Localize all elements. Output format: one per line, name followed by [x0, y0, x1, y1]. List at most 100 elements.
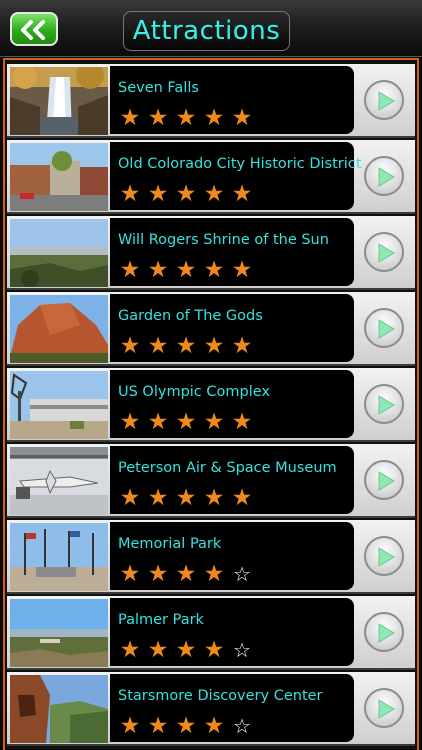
list-item[interactable]: Starsmore Discovery Center ★ ★ ★ ★ ☆ — [7, 672, 415, 746]
attraction-info: US Olympic Complex ★ ★ ★ ★ ★ — [110, 370, 354, 438]
star-filled-icon: ★ — [119, 333, 141, 359]
star-filled-icon: ★ — [175, 105, 197, 131]
star-rating: ★ ★ ★ ★ ★ — [116, 410, 256, 434]
star-filled-icon: ★ — [175, 181, 197, 207]
play-arrow-icon — [364, 688, 404, 728]
attraction-thumbnail — [10, 295, 108, 363]
play-arrow-icon — [364, 612, 404, 652]
attraction-name: Old Colorado City Historic District — [118, 156, 362, 172]
star-filled-icon: ★ — [119, 257, 141, 283]
list-item[interactable]: Palmer Park ★ ★ ★ ★ ☆ — [7, 596, 415, 670]
star-filled-icon: ★ — [203, 713, 225, 739]
attraction-thumbnail — [10, 371, 108, 439]
star-rating: ★ ★ ★ ★ ★ — [116, 486, 256, 510]
play-arrow-icon — [364, 308, 404, 348]
attraction-info: Seven Falls ★ ★ ★ ★ ★ — [110, 66, 354, 134]
attraction-info: Memorial Park ★ ★ ★ ★ ☆ — [110, 522, 354, 590]
double-chevron-left-icon — [21, 20, 45, 40]
list-item[interactable]: Will Rogers Shrine of the Sun ★ ★ ★ ★ ★ — [7, 216, 415, 290]
star-filled-icon: ★ — [119, 713, 141, 739]
attraction-name: Palmer Park — [118, 612, 204, 628]
attraction-thumbnail — [10, 599, 108, 667]
star-filled-icon: ★ — [231, 105, 253, 131]
attraction-info: Palmer Park ★ ★ ★ ★ ☆ — [110, 598, 354, 666]
star-filled-icon: ★ — [203, 485, 225, 511]
star-empty-icon: ☆ — [233, 714, 251, 738]
play-arrow-icon — [364, 460, 404, 500]
attraction-thumbnail — [10, 447, 108, 515]
attraction-info: Starsmore Discovery Center ★ ★ ★ ★ ☆ — [110, 674, 354, 742]
star-filled-icon: ★ — [175, 561, 197, 587]
play-arrow-icon — [364, 536, 404, 576]
star-rating: ★ ★ ★ ★ ☆ — [116, 562, 256, 586]
attractions-list: Seven Falls ★ ★ ★ ★ ★ Old Colorado City Histor… — [3, 58, 419, 750]
open-attraction-button[interactable] — [357, 448, 411, 512]
star-filled-icon: ★ — [147, 257, 169, 283]
star-filled-icon: ★ — [175, 713, 197, 739]
page-title: Attractions — [123, 11, 290, 51]
attraction-name: Seven Falls — [118, 80, 199, 96]
attraction-info: Old Colorado City Historic District ★ ★ ★ ★ ★ — [110, 142, 361, 210]
open-attraction-button[interactable] — [357, 220, 411, 284]
top-bar: Attractions — [0, 0, 422, 57]
open-attraction-button[interactable] — [357, 144, 411, 208]
list-item[interactable]: Old Colorado City Historic District ★ ★ ★ ★ ★ — [7, 140, 415, 214]
star-rating: ★ ★ ★ ★ ☆ — [116, 638, 256, 662]
attraction-info: Garden of The Gods ★ ★ ★ ★ ★ — [110, 294, 354, 362]
open-attraction-button[interactable] — [357, 600, 411, 664]
open-attraction-button[interactable] — [357, 372, 411, 436]
open-attraction-button[interactable] — [357, 68, 411, 132]
open-attraction-button[interactable] — [357, 676, 411, 740]
attraction-name: US Olympic Complex — [118, 384, 270, 400]
star-rating: ★ ★ ★ ★ ★ — [116, 258, 256, 282]
star-filled-icon: ★ — [175, 257, 197, 283]
attraction-name: Will Rogers Shrine of the Sun — [118, 232, 329, 248]
list-item[interactable]: Seven Falls ★ ★ ★ ★ ★ — [7, 64, 415, 138]
star-rating: ★ ★ ★ ★ ★ — [116, 182, 256, 206]
star-filled-icon: ★ — [203, 181, 225, 207]
star-filled-icon: ★ — [119, 409, 141, 435]
star-filled-icon: ★ — [119, 561, 141, 587]
star-filled-icon: ★ — [231, 485, 253, 511]
play-arrow-icon — [364, 156, 404, 196]
play-arrow-icon — [364, 80, 404, 120]
attraction-thumbnail — [10, 143, 108, 211]
attraction-thumbnail — [10, 67, 108, 135]
star-filled-icon: ★ — [175, 409, 197, 435]
play-arrow-icon — [364, 232, 404, 272]
star-filled-icon: ★ — [175, 485, 197, 511]
open-attraction-button[interactable] — [357, 524, 411, 588]
list-item[interactable]: Memorial Park ★ ★ ★ ★ ☆ — [7, 520, 415, 594]
attraction-name: Garden of The Gods — [118, 308, 263, 324]
star-filled-icon: ★ — [119, 637, 141, 663]
attraction-thumbnail — [10, 675, 108, 743]
star-filled-icon: ★ — [147, 561, 169, 587]
star-filled-icon: ★ — [147, 181, 169, 207]
back-button[interactable] — [10, 12, 58, 46]
star-filled-icon: ★ — [203, 561, 225, 587]
attraction-thumbnail — [10, 523, 108, 591]
star-filled-icon: ★ — [147, 333, 169, 359]
star-rating: ★ ★ ★ ★ ★ — [116, 106, 256, 130]
star-filled-icon: ★ — [231, 181, 253, 207]
star-filled-icon: ★ — [119, 485, 141, 511]
star-filled-icon: ★ — [203, 257, 225, 283]
attraction-info: Peterson Air & Space Museum ★ ★ ★ ★ ★ — [110, 446, 354, 514]
list-item[interactable]: Peterson Air & Space Museum ★ ★ ★ ★ ★ — [7, 444, 415, 518]
star-rating: ★ ★ ★ ★ ☆ — [116, 714, 256, 738]
attraction-name: Starsmore Discovery Center — [118, 688, 323, 704]
list-item[interactable]: Garden of The Gods ★ ★ ★ ★ ★ — [7, 292, 415, 366]
attraction-thumbnail — [10, 219, 108, 287]
star-rating: ★ ★ ★ ★ ★ — [116, 334, 256, 358]
star-filled-icon: ★ — [147, 485, 169, 511]
attraction-name: Peterson Air & Space Museum — [118, 460, 337, 476]
star-filled-icon: ★ — [147, 409, 169, 435]
open-attraction-button[interactable] — [357, 296, 411, 360]
play-arrow-icon — [364, 384, 404, 424]
list-item[interactable]: US Olympic Complex ★ ★ ★ ★ ★ — [7, 368, 415, 442]
star-filled-icon: ★ — [231, 333, 253, 359]
star-filled-icon: ★ — [203, 333, 225, 359]
star-filled-icon: ★ — [231, 409, 253, 435]
star-filled-icon: ★ — [119, 105, 141, 131]
star-filled-icon: ★ — [147, 105, 169, 131]
